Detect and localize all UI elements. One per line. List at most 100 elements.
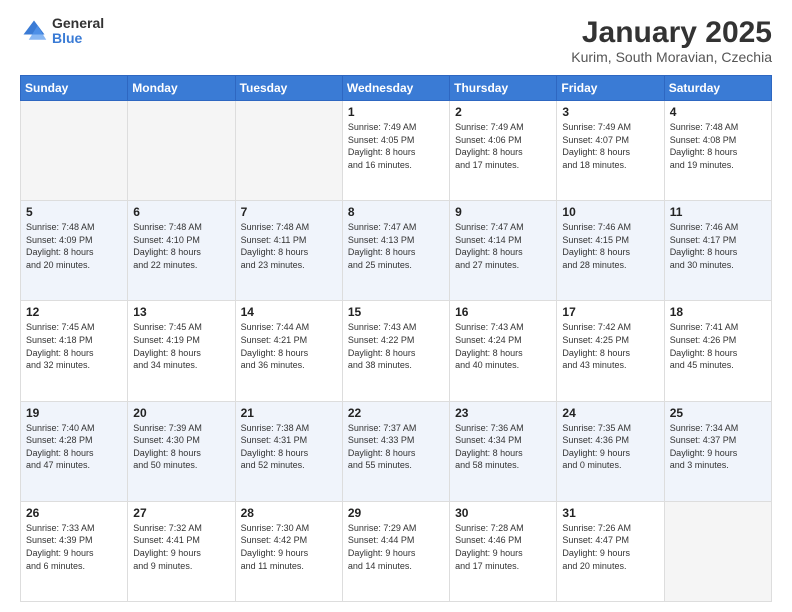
table-row: 13Sunrise: 7:45 AM Sunset: 4:19 PM Dayli…	[128, 301, 235, 401]
col-friday: Friday	[557, 76, 664, 101]
day-number: 6	[133, 205, 229, 219]
table-row: 29 Sunrise: 7:29 AM Sunset: 4:44 PM Dayli…	[342, 501, 449, 601]
table-row: 20Sunrise: 7:39 AM Sunset: 4:30 PM Dayli…	[128, 401, 235, 501]
month-title: January 2025	[571, 16, 772, 49]
table-row: 12 Sunrise: 7:45 AM Sunset: 4:18 PM Dayli…	[21, 301, 128, 401]
day-number: 12	[26, 305, 122, 319]
table-row: 31 Sunrise: 7:26 AM Sunset: 4:47 PM Dayli…	[557, 501, 664, 601]
logo: General Blue	[20, 16, 104, 47]
day-number: 18	[670, 305, 766, 319]
table-row: 24 Sunrise: 7:35 AM Sunset: 4:36 PM Dayli…	[557, 401, 664, 501]
table-row: 16 Sunrise: 7:43 AM Sunset: 4:24 PM Dayli…	[450, 301, 557, 401]
title-block: January 2025 Kurim, South Moravian, Czec…	[571, 16, 772, 65]
location-subtitle: Kurim, South Moravian, Czechia	[571, 49, 772, 65]
day-info: Sunrise: 7:30 AM Sunset: 4:42 PM Dayligh…	[241, 522, 337, 572]
day-number: 31	[562, 506, 658, 520]
day-info: Sunrise: 7:45 AM Sunset: 4:18 PM Dayligh…	[26, 321, 122, 371]
day-info: Sunrise: 7:41 AM Sunset: 4:26 PM Dayligh…	[670, 321, 766, 371]
table-row: 11 Sunrise: 7:46 AM Sunset: 4:17 PM Dayli…	[664, 201, 771, 301]
day-info: Sunrise: 7:48 AM Sunset: 4:11 PM Dayligh…	[241, 221, 337, 271]
day-info: Sunrise: 7:44 AM Sunset: 4:21 PM Dayligh…	[241, 321, 337, 371]
day-number: 14	[241, 305, 337, 319]
table-row: 17 Sunrise: 7:42 AM Sunset: 4:25 PM Dayli…	[557, 301, 664, 401]
day-number: 29	[348, 506, 444, 520]
day-number: 28	[241, 506, 337, 520]
table-row: 26 Sunrise: 7:33 AM Sunset: 4:39 PM Dayli…	[21, 501, 128, 601]
table-row: 6 Sunrise: 7:48 AM Sunset: 4:10 PM Daylig…	[128, 201, 235, 301]
col-monday: Monday	[128, 76, 235, 101]
table-row: 5 Sunrise: 7:48 AM Sunset: 4:09 PM Daylig…	[21, 201, 128, 301]
day-info: Sunrise: 7:48 AM Sunset: 4:09 PM Dayligh…	[26, 221, 122, 271]
calendar-week-row: 26 Sunrise: 7:33 AM Sunset: 4:39 PM Dayli…	[21, 501, 772, 601]
day-info: Sunrise: 7:46 AM Sunset: 4:17 PM Dayligh…	[670, 221, 766, 271]
table-row: 23Sunrise: 7:36 AM Sunset: 4:34 PM Dayli…	[450, 401, 557, 501]
day-number: 25	[670, 406, 766, 420]
col-wednesday: Wednesday	[342, 76, 449, 101]
day-number: 3	[562, 105, 658, 119]
day-number: 20	[133, 406, 229, 420]
table-row: 3 Sunrise: 7:49 AM Sunset: 4:07 PM Daylig…	[557, 101, 664, 201]
day-info: Sunrise: 7:48 AM Sunset: 4:08 PM Dayligh…	[670, 121, 766, 171]
table-row: 14 Sunrise: 7:44 AM Sunset: 4:21 PM Dayli…	[235, 301, 342, 401]
table-row: 15 Sunrise: 7:43 AM Sunset: 4:22 PM Dayli…	[342, 301, 449, 401]
table-row: 10Sunrise: 7:46 AM Sunset: 4:15 PM Dayli…	[557, 201, 664, 301]
calendar-week-row: 1 Sunrise: 7:49 AM Sunset: 4:05 PM Daylig…	[21, 101, 772, 201]
day-number: 27	[133, 506, 229, 520]
table-row	[664, 501, 771, 601]
day-info: Sunrise: 7:43 AM Sunset: 4:22 PM Dayligh…	[348, 321, 444, 371]
day-number: 11	[670, 205, 766, 219]
day-number: 30	[455, 506, 551, 520]
logo-icon	[20, 17, 48, 45]
logo-blue-text: Blue	[52, 31, 104, 46]
day-info: Sunrise: 7:28 AM Sunset: 4:46 PM Dayligh…	[455, 522, 551, 572]
page: General Blue January 2025 Kurim, South M…	[0, 0, 792, 612]
col-thursday: Thursday	[450, 76, 557, 101]
table-row: 9Sunrise: 7:47 AM Sunset: 4:14 PM Daylig…	[450, 201, 557, 301]
calendar-header: Sunday Monday Tuesday Wednesday Thursday…	[21, 76, 772, 101]
col-tuesday: Tuesday	[235, 76, 342, 101]
day-info: Sunrise: 7:43 AM Sunset: 4:24 PM Dayligh…	[455, 321, 551, 371]
table-row: 8Sunrise: 7:47 AM Sunset: 4:13 PM Daylig…	[342, 201, 449, 301]
day-info: Sunrise: 7:48 AM Sunset: 4:10 PM Dayligh…	[133, 221, 229, 271]
day-info: Sunrise: 7:49 AM Sunset: 4:07 PM Dayligh…	[562, 121, 658, 171]
day-number: 26	[26, 506, 122, 520]
calendar-week-row: 5 Sunrise: 7:48 AM Sunset: 4:09 PM Daylig…	[21, 201, 772, 301]
table-row: 7 Sunrise: 7:48 AM Sunset: 4:11 PM Daylig…	[235, 201, 342, 301]
table-row: 19Sunrise: 7:40 AM Sunset: 4:28 PM Dayli…	[21, 401, 128, 501]
day-info: Sunrise: 7:40 AM Sunset: 4:28 PM Dayligh…	[26, 422, 122, 472]
table-row: 2 Sunrise: 7:49 AM Sunset: 4:06 PM Daylig…	[450, 101, 557, 201]
day-info: Sunrise: 7:33 AM Sunset: 4:39 PM Dayligh…	[26, 522, 122, 572]
day-info: Sunrise: 7:42 AM Sunset: 4:25 PM Dayligh…	[562, 321, 658, 371]
day-number: 5	[26, 205, 122, 219]
day-number: 10	[562, 205, 658, 219]
header: General Blue January 2025 Kurim, South M…	[20, 16, 772, 65]
day-number: 9	[455, 205, 551, 219]
day-info: Sunrise: 7:29 AM Sunset: 4:44 PM Dayligh…	[348, 522, 444, 572]
day-info: Sunrise: 7:35 AM Sunset: 4:36 PM Dayligh…	[562, 422, 658, 472]
logo-general-text: General	[52, 16, 104, 31]
table-row: 28 Sunrise: 7:30 AM Sunset: 4:42 PM Dayli…	[235, 501, 342, 601]
table-row: 22Sunrise: 7:37 AM Sunset: 4:33 PM Dayli…	[342, 401, 449, 501]
day-number: 24	[562, 406, 658, 420]
day-number: 17	[562, 305, 658, 319]
table-row	[128, 101, 235, 201]
day-number: 21	[241, 406, 337, 420]
day-number: 23	[455, 406, 551, 420]
day-number: 22	[348, 406, 444, 420]
table-row: 21 Sunrise: 7:38 AM Sunset: 4:31 PM Dayli…	[235, 401, 342, 501]
day-number: 1	[348, 105, 444, 119]
day-info: Sunrise: 7:49 AM Sunset: 4:06 PM Dayligh…	[455, 121, 551, 171]
day-number: 7	[241, 205, 337, 219]
day-info: Sunrise: 7:49 AM Sunset: 4:05 PM Dayligh…	[348, 121, 444, 171]
day-number: 2	[455, 105, 551, 119]
header-row: Sunday Monday Tuesday Wednesday Thursday…	[21, 76, 772, 101]
col-sunday: Sunday	[21, 76, 128, 101]
calendar-week-row: 19Sunrise: 7:40 AM Sunset: 4:28 PM Dayli…	[21, 401, 772, 501]
table-row: 4Sunrise: 7:48 AM Sunset: 4:08 PM Daylig…	[664, 101, 771, 201]
day-number: 15	[348, 305, 444, 319]
table-row: 27Sunrise: 7:32 AM Sunset: 4:41 PM Dayli…	[128, 501, 235, 601]
day-number: 16	[455, 305, 551, 319]
day-info: Sunrise: 7:34 AM Sunset: 4:37 PM Dayligh…	[670, 422, 766, 472]
day-info: Sunrise: 7:38 AM Sunset: 4:31 PM Dayligh…	[241, 422, 337, 472]
day-info: Sunrise: 7:26 AM Sunset: 4:47 PM Dayligh…	[562, 522, 658, 572]
